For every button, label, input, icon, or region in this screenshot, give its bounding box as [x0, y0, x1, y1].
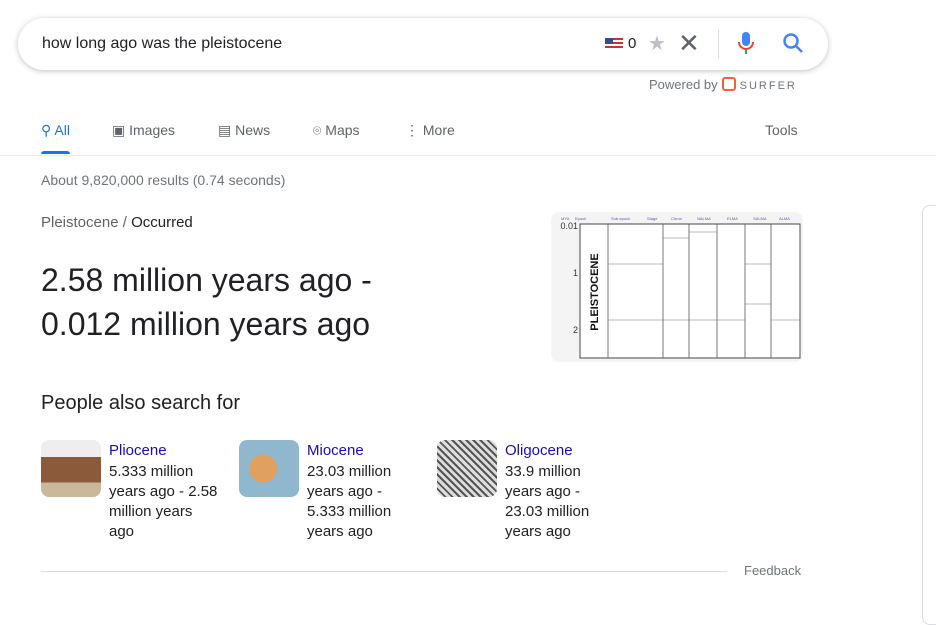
star-icon[interactable]: ★ — [648, 31, 666, 56]
chart-headers: MYA Epoch Sub-epoch Stage Chron NALMA ELMA SALM… — [561, 216, 790, 221]
chart-header: NALMA — [697, 216, 711, 221]
news-icon: ▤ — [218, 122, 236, 138]
knowledge-panel-edge — [922, 205, 936, 625]
feedback-link[interactable]: Feedback — [744, 563, 801, 578]
chart-header: Chron — [671, 216, 682, 221]
related-item-name[interactable]: Miocene — [307, 442, 364, 459]
related-item-desc: 23.03 million years ago - 5.333 million … — [307, 463, 392, 540]
related-item-desc: 5.333 million years ago - 2.58 million y… — [109, 463, 218, 540]
surfer-count: 0 — [628, 35, 637, 52]
people-also-search-title: People also search for — [41, 392, 241, 414]
chart-header: ALMA — [779, 216, 790, 221]
clear-icon[interactable]: ✕ — [678, 28, 700, 59]
powered-by-label: Powered by — [649, 77, 718, 92]
related-item-name[interactable]: Oligocene — [505, 442, 573, 459]
search-box[interactable]: how long ago was the pleistocene 0 ★ ✕ — [18, 18, 828, 70]
answer-line: 2.58 million years ago - — [41, 262, 372, 298]
chart-tick: 1 — [573, 268, 578, 278]
powered-by[interactable]: Powered by SURFER — [649, 77, 797, 92]
pliocene-thumbnail — [41, 440, 101, 497]
miocene-thumbnail — [239, 440, 299, 497]
chart-header: Stage — [647, 216, 658, 221]
chart-tick: 2 — [573, 325, 578, 335]
surfer-logo-icon — [721, 77, 736, 91]
tab-label: News — [235, 122, 271, 138]
related-item-desc: 33.9 million years ago - 23.03 million y… — [505, 463, 590, 540]
search-tabs: ⚲ All ▣ Images ▤ News ⌾ Maps ⋮ More Tool… — [0, 120, 936, 156]
breadcrumb-separator: / — [122, 214, 127, 231]
featured-answer: 2.58 million years ago - 0.012 million ye… — [41, 258, 461, 346]
surfer-brand: SURFER — [739, 80, 797, 92]
chart-header: ELMA — [727, 216, 738, 221]
search-input[interactable]: how long ago was the pleistocene — [42, 35, 282, 53]
breadcrumb-current: Occurred — [131, 214, 193, 231]
breadcrumb: Pleistocene / Occurred — [41, 214, 193, 231]
tab-news[interactable]: ▤ News — [218, 122, 270, 139]
search-icon: ⚲ — [41, 122, 55, 138]
tab-maps[interactable]: ⌾ Maps — [313, 122, 360, 139]
chart-header: Sub-epoch — [611, 216, 630, 221]
chart-header: SALMA — [753, 216, 767, 221]
divider — [41, 571, 727, 572]
tab-label: Images — [129, 122, 176, 138]
tab-label: All — [54, 122, 70, 138]
geologic-timescale-image[interactable]: MYA Epoch Sub-epoch Stage Chron NALMA ELMA SALM… — [551, 212, 803, 362]
search-icon[interactable] — [782, 32, 804, 54]
us-flag-icon — [605, 38, 623, 50]
map-pin-icon: ⌾ — [313, 122, 326, 138]
divider — [718, 30, 719, 58]
result-stats: About 9,820,000 results (0.74 seconds) — [41, 172, 286, 188]
answer-line: 0.012 million years ago — [41, 306, 371, 342]
tab-more[interactable]: ⋮ More — [405, 122, 455, 139]
image-icon: ▣ — [112, 122, 130, 138]
tab-images[interactable]: ▣ Images — [112, 122, 175, 139]
tab-all[interactable]: ⚲ All — [41, 122, 70, 154]
chart-tick: 0.01 — [560, 221, 578, 231]
tools-button[interactable]: Tools — [765, 122, 798, 138]
microphone-icon[interactable] — [738, 31, 754, 55]
more-vert-icon: ⋮ — [405, 122, 423, 138]
tab-label: Maps — [325, 122, 360, 138]
tab-label: More — [422, 122, 455, 138]
oligocene-thumbnail — [437, 440, 497, 497]
related-item-name[interactable]: Pliocene — [109, 442, 167, 459]
breadcrumb-parent[interactable]: Pleistocene — [41, 214, 119, 231]
chart-epoch-label: PLEISTOCENE — [589, 253, 601, 330]
